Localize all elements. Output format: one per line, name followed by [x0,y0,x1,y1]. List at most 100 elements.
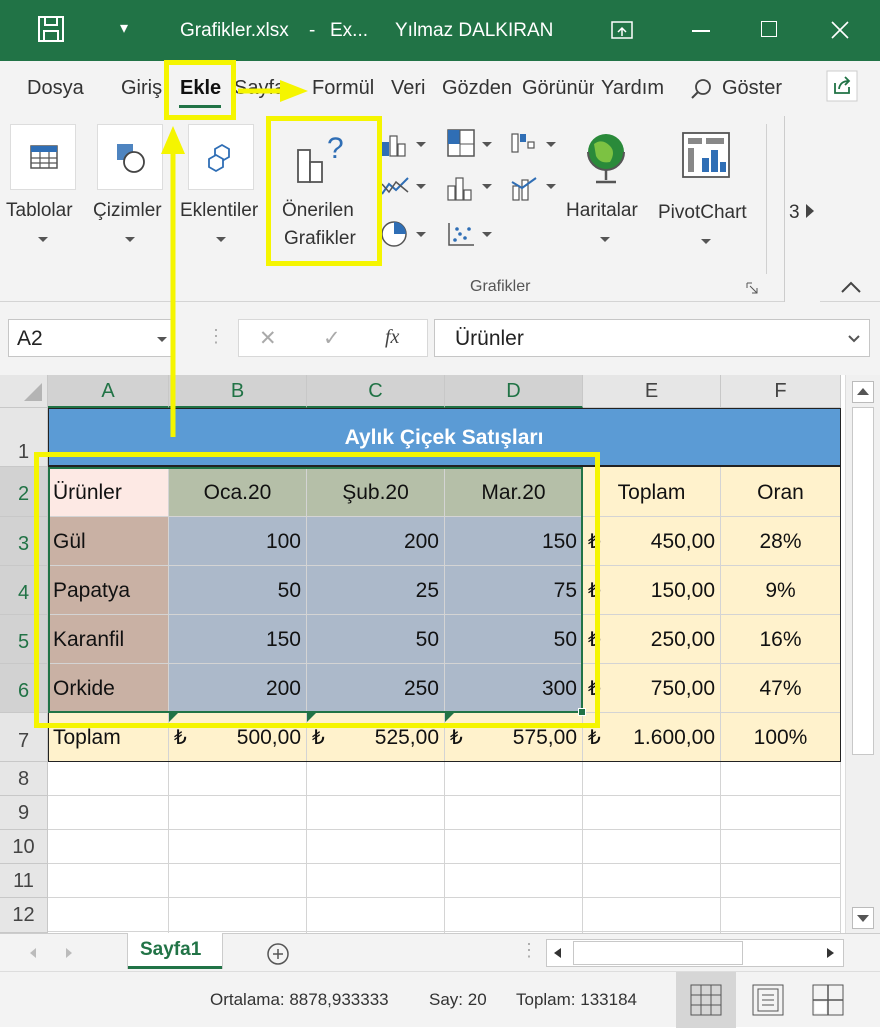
total-cell[interactable]: ₺ 150,00 [583,566,721,615]
name-box[interactable]: A2 [8,319,172,357]
addins-button-frame[interactable] [188,124,254,190]
scroll-down-icon[interactable] [852,907,874,929]
share-icon[interactable] [826,70,858,102]
column-header-d[interactable]: D [445,375,583,408]
save-icon[interactable] [36,14,66,44]
grand-total-cell[interactable]: ₺ 1.600,00 [583,713,721,762]
scatter-chart-dropdown-icon[interactable] [482,232,492,237]
column-header-b[interactable]: B [169,375,307,408]
tab-giris[interactable]: Giriş [121,77,165,100]
scroll-up-icon[interactable] [852,381,874,403]
maps-button-label[interactable]: Haritalar [566,200,638,222]
tab-gozden-gecir[interactable]: Gözden [442,77,516,100]
ribbon-scroll-area[interactable]: 3 [784,116,820,302]
minimize-icon[interactable] [692,30,710,32]
select-all-corner[interactable] [0,375,48,408]
page-break-view-icon[interactable] [812,984,844,1016]
column-header-c[interactable]: C [307,375,445,408]
scroll-thumb[interactable] [852,407,874,755]
sheet-prev-icon[interactable] [28,946,38,960]
ratio-cell[interactable]: 16% [721,615,841,664]
row-header-10[interactable]: 10 [0,830,48,864]
column-header-f[interactable]: F [721,375,841,408]
cancel-icon[interactable]: ✕ [259,326,277,351]
illustrations-button-label[interactable]: Çizimler [93,200,162,222]
pie-chart-icon[interactable] [380,220,410,248]
pivot-chart-icon[interactable] [680,130,736,186]
row-header-12[interactable]: 12 [0,898,48,933]
column-chart-icon[interactable] [380,132,410,158]
total-cell[interactable]: ₺ 450,00 [583,517,721,566]
scroll-left-icon[interactable] [551,946,563,960]
tables-button-label[interactable]: Tablolar [6,200,73,222]
tab-yardim[interactable]: Yardım [601,77,673,100]
horizontal-scrollbar[interactable] [546,939,844,967]
statistic-chart-icon[interactable] [446,174,476,202]
close-icon[interactable] [830,20,850,40]
ribbon-display-options-icon[interactable] [610,20,634,40]
addins-dropdown-icon[interactable] [216,237,226,242]
hscroll-splitter[interactable]: ⋮ [520,940,538,961]
ribbon-scroll-right-icon[interactable] [804,202,816,220]
total-ratio-cell[interactable]: 100% [721,713,841,762]
total-cell[interactable]: ₺ 250,00 [583,615,721,664]
statistic-chart-dropdown-icon[interactable] [482,184,492,189]
tables-dropdown-icon[interactable] [38,237,48,242]
vertical-scrollbar[interactable] [845,375,880,933]
pivot-chart-label[interactable]: PivotChart [658,202,747,224]
add-sheet-icon[interactable] [266,942,290,966]
total-cell[interactable]: ₺ 750,00 [583,664,721,713]
normal-view-button[interactable] [676,972,736,1028]
tab-sayfa-duzeni[interactable]: Sayfa [234,77,304,100]
lightbulb-search-icon[interactable] [690,77,714,101]
dialog-launcher-icon[interactable] [746,282,758,294]
scroll-right-icon[interactable] [825,946,837,960]
ratio-cell[interactable]: 9% [721,566,841,615]
formula-input[interactable]: Ürünler [434,319,870,357]
sheet-next-icon[interactable] [64,946,74,960]
user-name[interactable]: Yılmaz DALKIRAN [395,20,553,42]
line-chart-icon[interactable] [380,174,410,200]
tab-formul[interactable]: Formül [312,77,374,100]
pivot-chart-dropdown-icon[interactable] [701,239,711,244]
hierarchy-chart-icon[interactable] [446,128,476,158]
tab-veri[interactable]: Veri [391,77,425,100]
illustrations-dropdown-icon[interactable] [125,237,135,242]
ratio-cell[interactable]: 28% [721,517,841,566]
column-chart-dropdown-icon[interactable] [416,142,426,147]
sheet-tab-active[interactable]: Sayfa1 [128,933,222,969]
maps-globe-icon[interactable] [582,130,632,186]
column-header-e[interactable]: E [583,375,721,408]
hscroll-thumb[interactable] [573,941,743,965]
row-header-9[interactable]: 9 [0,796,48,830]
insert-function-icon[interactable]: fx [385,326,399,349]
tell-me-label[interactable]: Göster [722,77,782,100]
tables-button-frame[interactable] [10,124,76,190]
combo-chart-dropdown-icon[interactable] [546,184,556,189]
hierarchy-chart-dropdown-icon[interactable] [482,142,492,147]
tab-gorunum[interactable]: Görünüm [522,77,594,100]
combo-chart-icon[interactable] [510,174,540,202]
ratio-cell[interactable]: 47% [721,664,841,713]
column-header-a[interactable]: A [48,375,169,408]
waterfall-chart-icon[interactable] [510,128,540,158]
tab-dosya[interactable]: Dosya [27,77,84,100]
name-box-dropdown-icon[interactable] [157,337,167,342]
line-chart-dropdown-icon[interactable] [416,184,426,189]
scatter-chart-icon[interactable] [446,220,476,248]
waterfall-chart-dropdown-icon[interactable] [546,142,556,147]
pie-chart-dropdown-icon[interactable] [416,232,426,237]
header-cell-oran[interactable]: Oran [721,467,841,517]
illustrations-button-frame[interactable] [97,124,163,190]
expand-formula-bar-icon[interactable] [847,334,861,344]
row-header-11[interactable]: 11 [0,864,48,898]
collapse-ribbon-icon[interactable] [840,280,862,294]
page-layout-view-icon[interactable] [752,984,784,1016]
qat-dropdown-icon[interactable]: ▾ [120,18,128,38]
header-cell-toplam[interactable]: Toplam [583,467,721,517]
enter-icon[interactable]: ✓ [323,326,341,351]
addins-button-label[interactable]: Eklentiler [180,200,258,222]
maximize-icon[interactable] [761,21,777,37]
row-header-8[interactable]: 8 [0,762,48,796]
maps-dropdown-icon[interactable] [600,237,610,242]
